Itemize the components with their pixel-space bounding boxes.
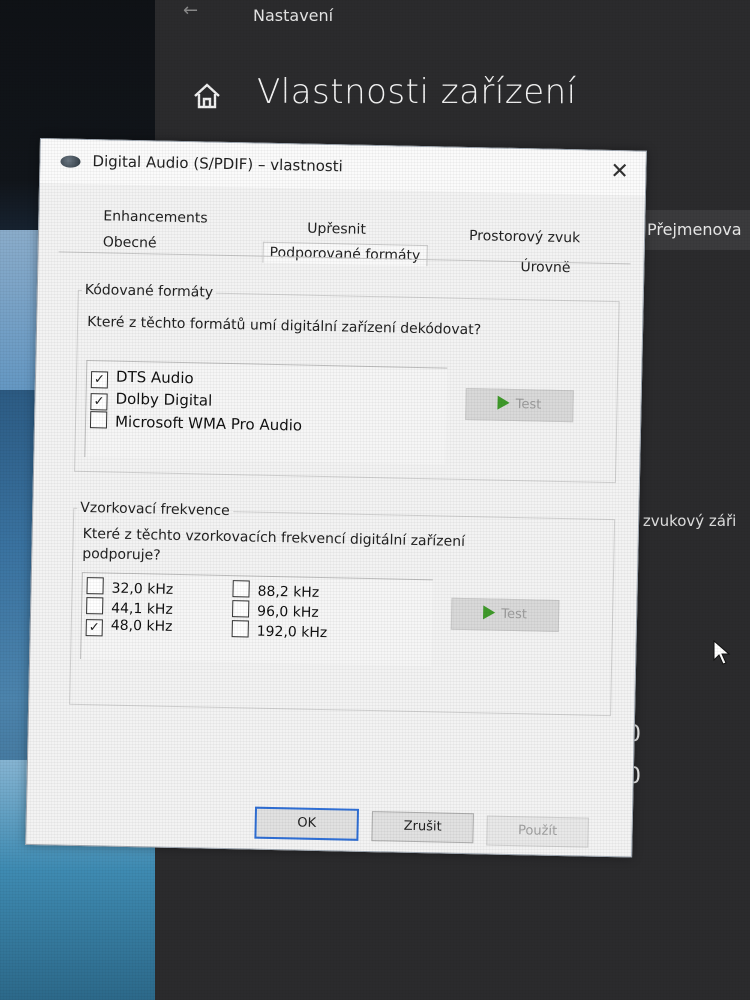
back-arrow-icon[interactable]: ← [183, 0, 198, 21]
test-label: Test [501, 606, 528, 623]
rate-label: 96,0 kHz [256, 603, 319, 621]
checkbox-unchecked-icon[interactable] [86, 597, 104, 615]
cancel-button[interactable]: Zrušit [371, 811, 474, 844]
checkbox-unchecked-icon[interactable] [231, 620, 249, 638]
home-icon[interactable] [191, 80, 223, 112]
sample-rates-title: Vzorkovací frekvence [77, 499, 233, 520]
rate-label: 44,1 kHz [110, 600, 173, 618]
tab-enhancements[interactable]: Enhancements [103, 208, 208, 226]
rate-label: 32,0 kHz [111, 580, 174, 598]
rate-44-row[interactable]: 44,1 kHz [86, 597, 173, 618]
apply-button[interactable]: Použít [486, 815, 589, 848]
tab-prostorovy-zvuk[interactable]: Prostorový zvuk [469, 228, 581, 246]
rate-48-row[interactable]: ✓ 48,0 kHz [85, 617, 173, 638]
test-label: Test [515, 397, 542, 413]
checkbox-unchecked-icon[interactable] [232, 600, 250, 618]
rate-88-row[interactable]: 88,2 kHz [232, 580, 319, 601]
checkbox-unchecked-icon[interactable] [232, 580, 250, 598]
rate-32-row[interactable]: 32,0 kHz [86, 577, 173, 598]
dialog-title: Digital Audio (S/PDIF) – vlastnosti [92, 152, 343, 176]
format-label: Microsoft WMA Pro Audio [114, 412, 303, 435]
ok-button[interactable]: OK [254, 806, 360, 841]
checkbox-checked-icon[interactable]: ✓ [85, 619, 103, 637]
settings-side-text: / zvukový záři [633, 512, 737, 530]
format-label: Dolby Digital [115, 389, 213, 410]
tab-strip: Enhancements Upřesnit Prostorový zvuk Ob… [58, 197, 630, 289]
encoded-formats-title: Kódované formáty [81, 281, 217, 301]
sample-rates-list: 32,0 kHz 44,1 kHz ✓ 48,0 kHz 88,2 kHz 96,… [80, 571, 433, 667]
tab-podporovane-formaty[interactable]: Podporované formáty [262, 241, 428, 267]
checkbox-unchecked-icon[interactable] [89, 411, 108, 429]
app-title: Nastavení [253, 6, 334, 25]
page-title: Vlastnosti zařízení [257, 72, 577, 112]
format-label: DTS Audio [115, 367, 194, 388]
tab-upresnit[interactable]: Upřesnit [307, 221, 366, 238]
rate-label: 88,2 kHz [257, 583, 320, 601]
speaker-device-icon [60, 155, 81, 168]
rename-button[interactable]: Přejmenova [641, 210, 750, 250]
rate-label: 48,0 kHz [110, 617, 173, 635]
play-icon [497, 395, 510, 410]
checkbox-checked-icon[interactable]: ✓ [90, 393, 108, 411]
rate-192-row[interactable]: 192,0 kHz [231, 620, 328, 642]
properties-dialog: Digital Audio (S/PDIF) – vlastnosti ✕ En… [25, 138, 647, 858]
close-icon[interactable]: ✕ [610, 159, 629, 184]
rate-96-row[interactable]: 96,0 kHz [232, 600, 319, 621]
encoded-formats-list: ✓ DTS Audio ✓ Dolby Digital Microsoft WMA … [84, 360, 448, 465]
checkbox-checked-icon[interactable]: ✓ [90, 371, 109, 389]
tab-obecne[interactable]: Obecné [103, 234, 157, 251]
play-icon [483, 605, 496, 620]
format-wma-pro-row[interactable]: Microsoft WMA Pro Audio [89, 411, 303, 435]
rate-label: 192,0 kHz [256, 623, 328, 642]
format-dolby-digital-row[interactable]: ✓ Dolby Digital [90, 389, 212, 413]
encoded-test-button[interactable]: Test [465, 387, 574, 423]
checkbox-unchecked-icon[interactable] [86, 577, 104, 595]
sample-rate-test-button[interactable]: Test [450, 597, 560, 632]
mouse-cursor-icon [713, 640, 731, 665]
format-dts-audio-row[interactable]: ✓ DTS Audio [90, 367, 194, 390]
